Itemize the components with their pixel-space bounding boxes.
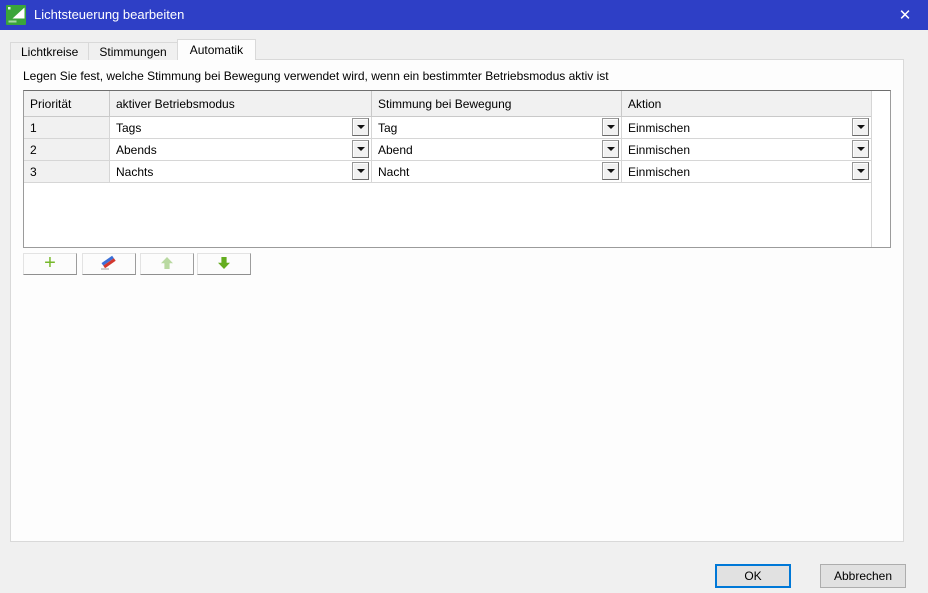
stimmung-select[interactable]: Tag xyxy=(372,117,622,139)
selected-value: Tag xyxy=(378,120,398,135)
tab-label: Automatik xyxy=(189,43,244,57)
selected-value: Abend xyxy=(378,142,413,157)
tab-label: Stimmungen xyxy=(99,44,167,59)
stimmung-select[interactable]: Abend xyxy=(372,139,622,161)
move-up-button[interactable] xyxy=(140,253,194,275)
table-gutter xyxy=(871,91,890,247)
table-header-row: Priorität aktiver Betriebsmodus Stimmung… xyxy=(24,91,872,117)
tab-lichtkreise[interactable]: Lichtkreise xyxy=(10,42,90,60)
ok-button[interactable]: OK xyxy=(715,564,791,588)
chevron-down-icon xyxy=(606,125,615,129)
selected-value: Tags xyxy=(116,120,142,135)
dropdown-button[interactable] xyxy=(352,140,369,158)
dropdown-button[interactable] xyxy=(852,140,869,158)
betriebsmodus-select[interactable]: Nachts xyxy=(110,161,372,183)
chevron-down-icon xyxy=(606,147,615,151)
column-header-prioritaet: Priorität xyxy=(24,91,110,117)
chevron-down-icon xyxy=(606,169,615,173)
tab-label: Lichtkreise xyxy=(21,44,79,59)
arrow-down-icon xyxy=(217,256,231,273)
priority-cell: 3 xyxy=(24,161,110,183)
eraser-icon xyxy=(98,255,120,274)
table-row: 1 Tags Tag Einmischen xyxy=(24,117,872,139)
delete-row-button[interactable] xyxy=(82,253,136,275)
dropdown-button[interactable] xyxy=(852,162,869,180)
titlebar: Lichtsteuerung bearbeiten ✕ xyxy=(0,0,928,30)
betriebsmodus-select[interactable]: Abends xyxy=(110,139,372,161)
table-row: 2 Abends Abend Einmischen xyxy=(24,139,872,161)
chevron-down-icon xyxy=(856,169,865,173)
column-header-betriebsmodus: aktiver Betriebsmodus xyxy=(110,91,372,117)
cancel-button[interactable]: Abbrechen xyxy=(820,564,906,588)
move-down-button[interactable] xyxy=(197,253,251,275)
app-icon xyxy=(6,5,26,25)
dropdown-button[interactable] xyxy=(602,140,619,158)
automatik-tab-page: Legen Sie fest, welche Stimmung bei Bewe… xyxy=(10,59,904,542)
selected-value: Abends xyxy=(116,142,157,157)
chevron-down-icon xyxy=(856,125,865,129)
dropdown-button[interactable] xyxy=(852,118,869,136)
aktion-select[interactable]: Einmischen xyxy=(622,117,872,139)
selected-value: Nacht xyxy=(378,164,410,179)
close-icon[interactable]: ✕ xyxy=(882,0,928,30)
selected-value: Nachts xyxy=(116,164,154,179)
chevron-down-icon xyxy=(356,125,365,129)
plus-icon: + xyxy=(44,251,56,274)
dropdown-button[interactable] xyxy=(352,118,369,136)
selected-value: Einmischen xyxy=(628,164,691,179)
automatik-table: Priorität aktiver Betriebsmodus Stimmung… xyxy=(23,90,891,248)
chevron-down-icon xyxy=(356,169,365,173)
dropdown-button[interactable] xyxy=(352,162,369,180)
dropdown-button[interactable] xyxy=(602,118,619,136)
table-row: 3 Nachts Nacht Einmischen xyxy=(24,161,872,183)
tab-stimmungen[interactable]: Stimmungen xyxy=(88,42,178,60)
tab-strip: Lichtkreise Stimmungen Automatik xyxy=(10,39,257,60)
aktion-select[interactable]: Einmischen xyxy=(622,139,872,161)
add-row-button[interactable]: + xyxy=(23,253,77,275)
aktion-select[interactable]: Einmischen xyxy=(622,161,872,183)
tab-automatik[interactable]: Automatik xyxy=(176,39,257,60)
priority-cell: 1 xyxy=(24,117,110,139)
dropdown-button[interactable] xyxy=(602,162,619,180)
column-header-aktion: Aktion xyxy=(622,91,872,117)
chevron-down-icon xyxy=(856,147,865,151)
stimmung-select[interactable]: Nacht xyxy=(372,161,622,183)
priority-cell: 2 xyxy=(24,139,110,161)
window-title: Lichtsteuerung bearbeiten xyxy=(34,7,185,22)
page-description: Legen Sie fest, welche Stimmung bei Bewe… xyxy=(23,69,609,83)
selected-value: Einmischen xyxy=(628,142,691,157)
chevron-down-icon xyxy=(356,147,365,151)
cancel-button-label: Abbrechen xyxy=(833,569,893,583)
selected-value: Einmischen xyxy=(628,120,691,135)
column-header-stimmung: Stimmung bei Bewegung xyxy=(372,91,622,117)
betriebsmodus-select[interactable]: Tags xyxy=(110,117,372,139)
ok-button-label: OK xyxy=(744,569,762,583)
arrow-up-icon xyxy=(160,256,174,273)
